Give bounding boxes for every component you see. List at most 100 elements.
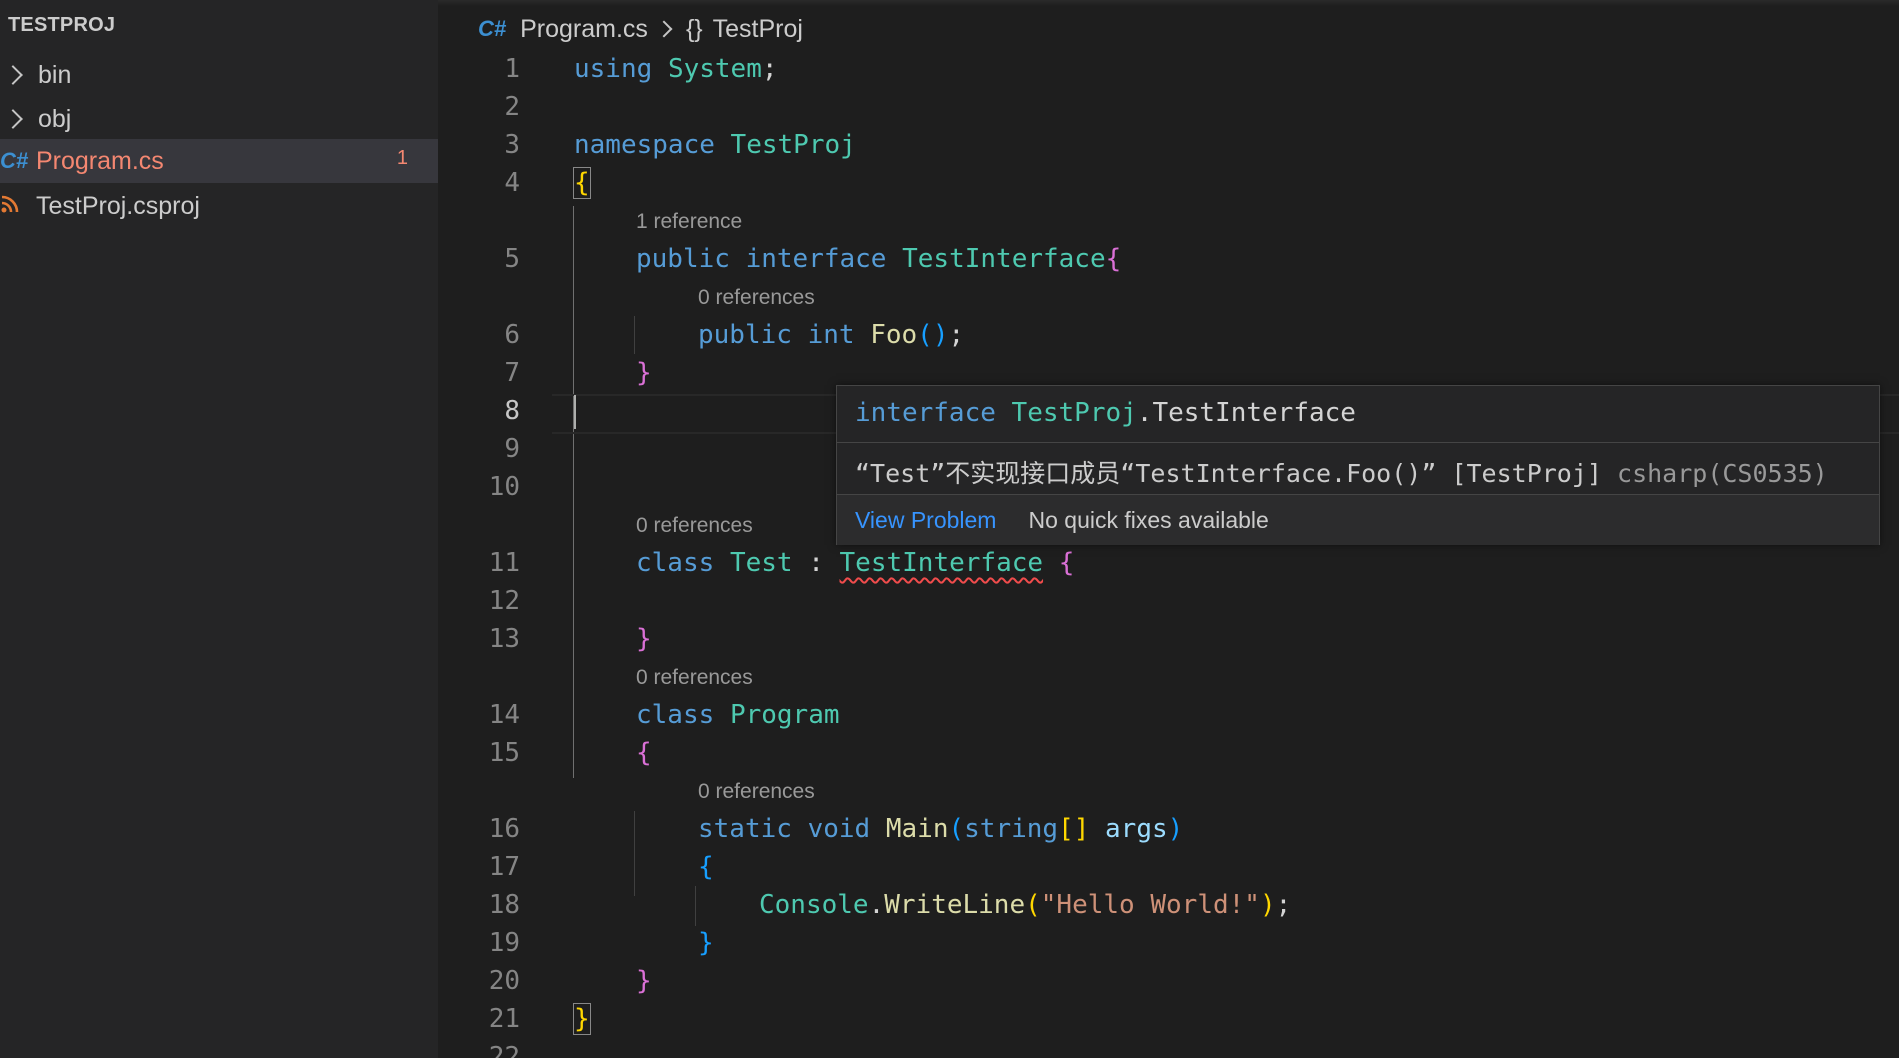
line-number: 3 [504,130,520,160]
code-line: 11 class Test : TestInterface { [438,546,1899,584]
token-brace: { [636,738,652,768]
code-line: 18 Console.WriteLine("Hello World!"); [438,888,1899,926]
hover-widget[interactable]: interface TestProj.TestInterface “Test”不… [836,385,1880,545]
line-number: 13 [488,624,520,654]
token-type: TestProj [730,130,856,160]
tree-item-bin[interactable]: bin [0,53,438,97]
codelens-references[interactable]: 0 references [636,666,753,696]
tree-item-testproj-csproj[interactable]: TestProj.csproj [0,184,438,228]
hover-status-bar: View Problem No quick fixes available [837,494,1879,545]
code-line: 19 } [438,926,1899,964]
line-number: 10 [488,472,520,502]
line-number: 2 [504,92,520,122]
token-parameter: args [1105,814,1168,844]
tree-item-label: obj [38,104,72,133]
token-punct: . [1136,398,1153,428]
tree-item-label: Program.cs [36,146,164,175]
hover-error-message: “Test”不实现接口成员“TestInterface.Foo()” [Test… [855,454,1828,490]
line-number: 1 [504,54,520,84]
token-keyword: using [574,54,653,84]
token-paren: ( [1025,890,1041,920]
no-quick-fixes-text: No quick fixes available [1028,506,1269,533]
token-brace: { [573,167,591,199]
tree-item-label: TestProj.csproj [36,191,200,220]
tree-item-program-cs[interactable]: C# Program.cs 1 [0,139,438,183]
code-text: } [636,358,652,388]
code-line: 13 } [438,622,1899,660]
codelens-references[interactable]: 0 references [698,286,815,316]
code-line: 1 using System; [438,52,1899,90]
error-squiggle-token[interactable]: TestInterface [840,548,1044,578]
error-text: “Test”不实现接口成员“TestInterface.Foo()” [Test… [855,459,1602,488]
token-type: Program [729,700,840,730]
token-punct: ; [948,320,965,350]
code-text: } [636,624,652,654]
token-brace: } [698,928,714,958]
code-editor[interactable]: C# Program.cs {} TestProj 1 using System… [438,0,1899,1058]
token-brace: } [636,966,652,996]
code-text: static void Main(string[] args) [698,814,1183,844]
rss-icon [0,194,24,218]
token-keyword: static [698,814,792,844]
tree-item-label: bin [38,60,72,89]
code-text: } [636,966,652,996]
line-number: 17 [488,852,520,882]
line-number: 6 [504,320,520,350]
token-type: Console [759,890,869,920]
token-keyword: interface [855,398,996,428]
codelens-references[interactable]: 0 references [698,780,815,810]
code-line: 17 { [438,850,1899,888]
code-text: public int Foo(); [698,320,964,350]
code-text: public interface TestInterface{ [636,244,1121,274]
token-function: Foo [870,320,918,350]
hover-signature: interface TestProj.TestInterface [855,398,1356,428]
line-number: 14 [488,700,520,730]
token-keyword: void [807,814,871,844]
token-type: System [667,54,762,84]
code-text: class Program [636,700,840,730]
line-number: 19 [488,928,520,958]
line-number: 9 [504,434,520,464]
token-name: TestInterface [1152,398,1356,428]
token-string: "Hello World!" [1040,890,1260,920]
code-text: { [636,738,652,768]
text-cursor [574,395,576,429]
code-text: Console.WriteLine("Hello World!"); [759,890,1291,920]
token-keyword: public [636,244,730,274]
token-type: TestProj [1011,398,1137,428]
token-keyword: public [698,320,792,350]
token-function: Main [885,814,949,844]
token-brackets: [] [1058,814,1090,844]
code-line: 22 [438,1040,1899,1058]
line-number: 21 [488,1004,520,1034]
view-problem-link[interactable]: View Problem [855,507,996,534]
token-keyword: interface [745,244,887,274]
code-line: 6 public int Foo(); [438,318,1899,356]
token-keyword: class [636,700,715,730]
token-keyword: class [636,548,715,578]
token-brace: } [573,1003,591,1035]
code-line: 3 namespace TestProj [438,128,1899,166]
token-paren: ( [948,814,965,844]
codelens-references[interactable]: 0 references [636,514,753,544]
code-text: using System; [574,54,778,84]
code-text: } [573,1003,591,1035]
token-type: Test [729,548,793,578]
codelens-references[interactable]: 1 reference [636,210,742,240]
line-number: 16 [488,814,520,844]
line-number: 18 [488,890,520,920]
line-number: 4 [504,168,520,198]
token-punct: ; [1275,890,1292,920]
token-parens: () [917,320,949,350]
code-line: 14 class Program [438,698,1899,736]
line-number: 22 [488,1042,520,1058]
tree-item-obj[interactable]: obj [0,97,438,141]
token-keyword: string [964,814,1059,844]
token-brace: { [1058,548,1075,578]
line-number: 8 [504,396,520,426]
code-line: 5 public interface TestInterface{ [438,242,1899,280]
token-brace: { [698,852,714,882]
line-number: 20 [488,966,520,996]
token-brace: } [636,624,652,654]
vscode-window: TESTPROJ bin obj C# Program.cs 1 TestPro… [0,0,1899,1058]
